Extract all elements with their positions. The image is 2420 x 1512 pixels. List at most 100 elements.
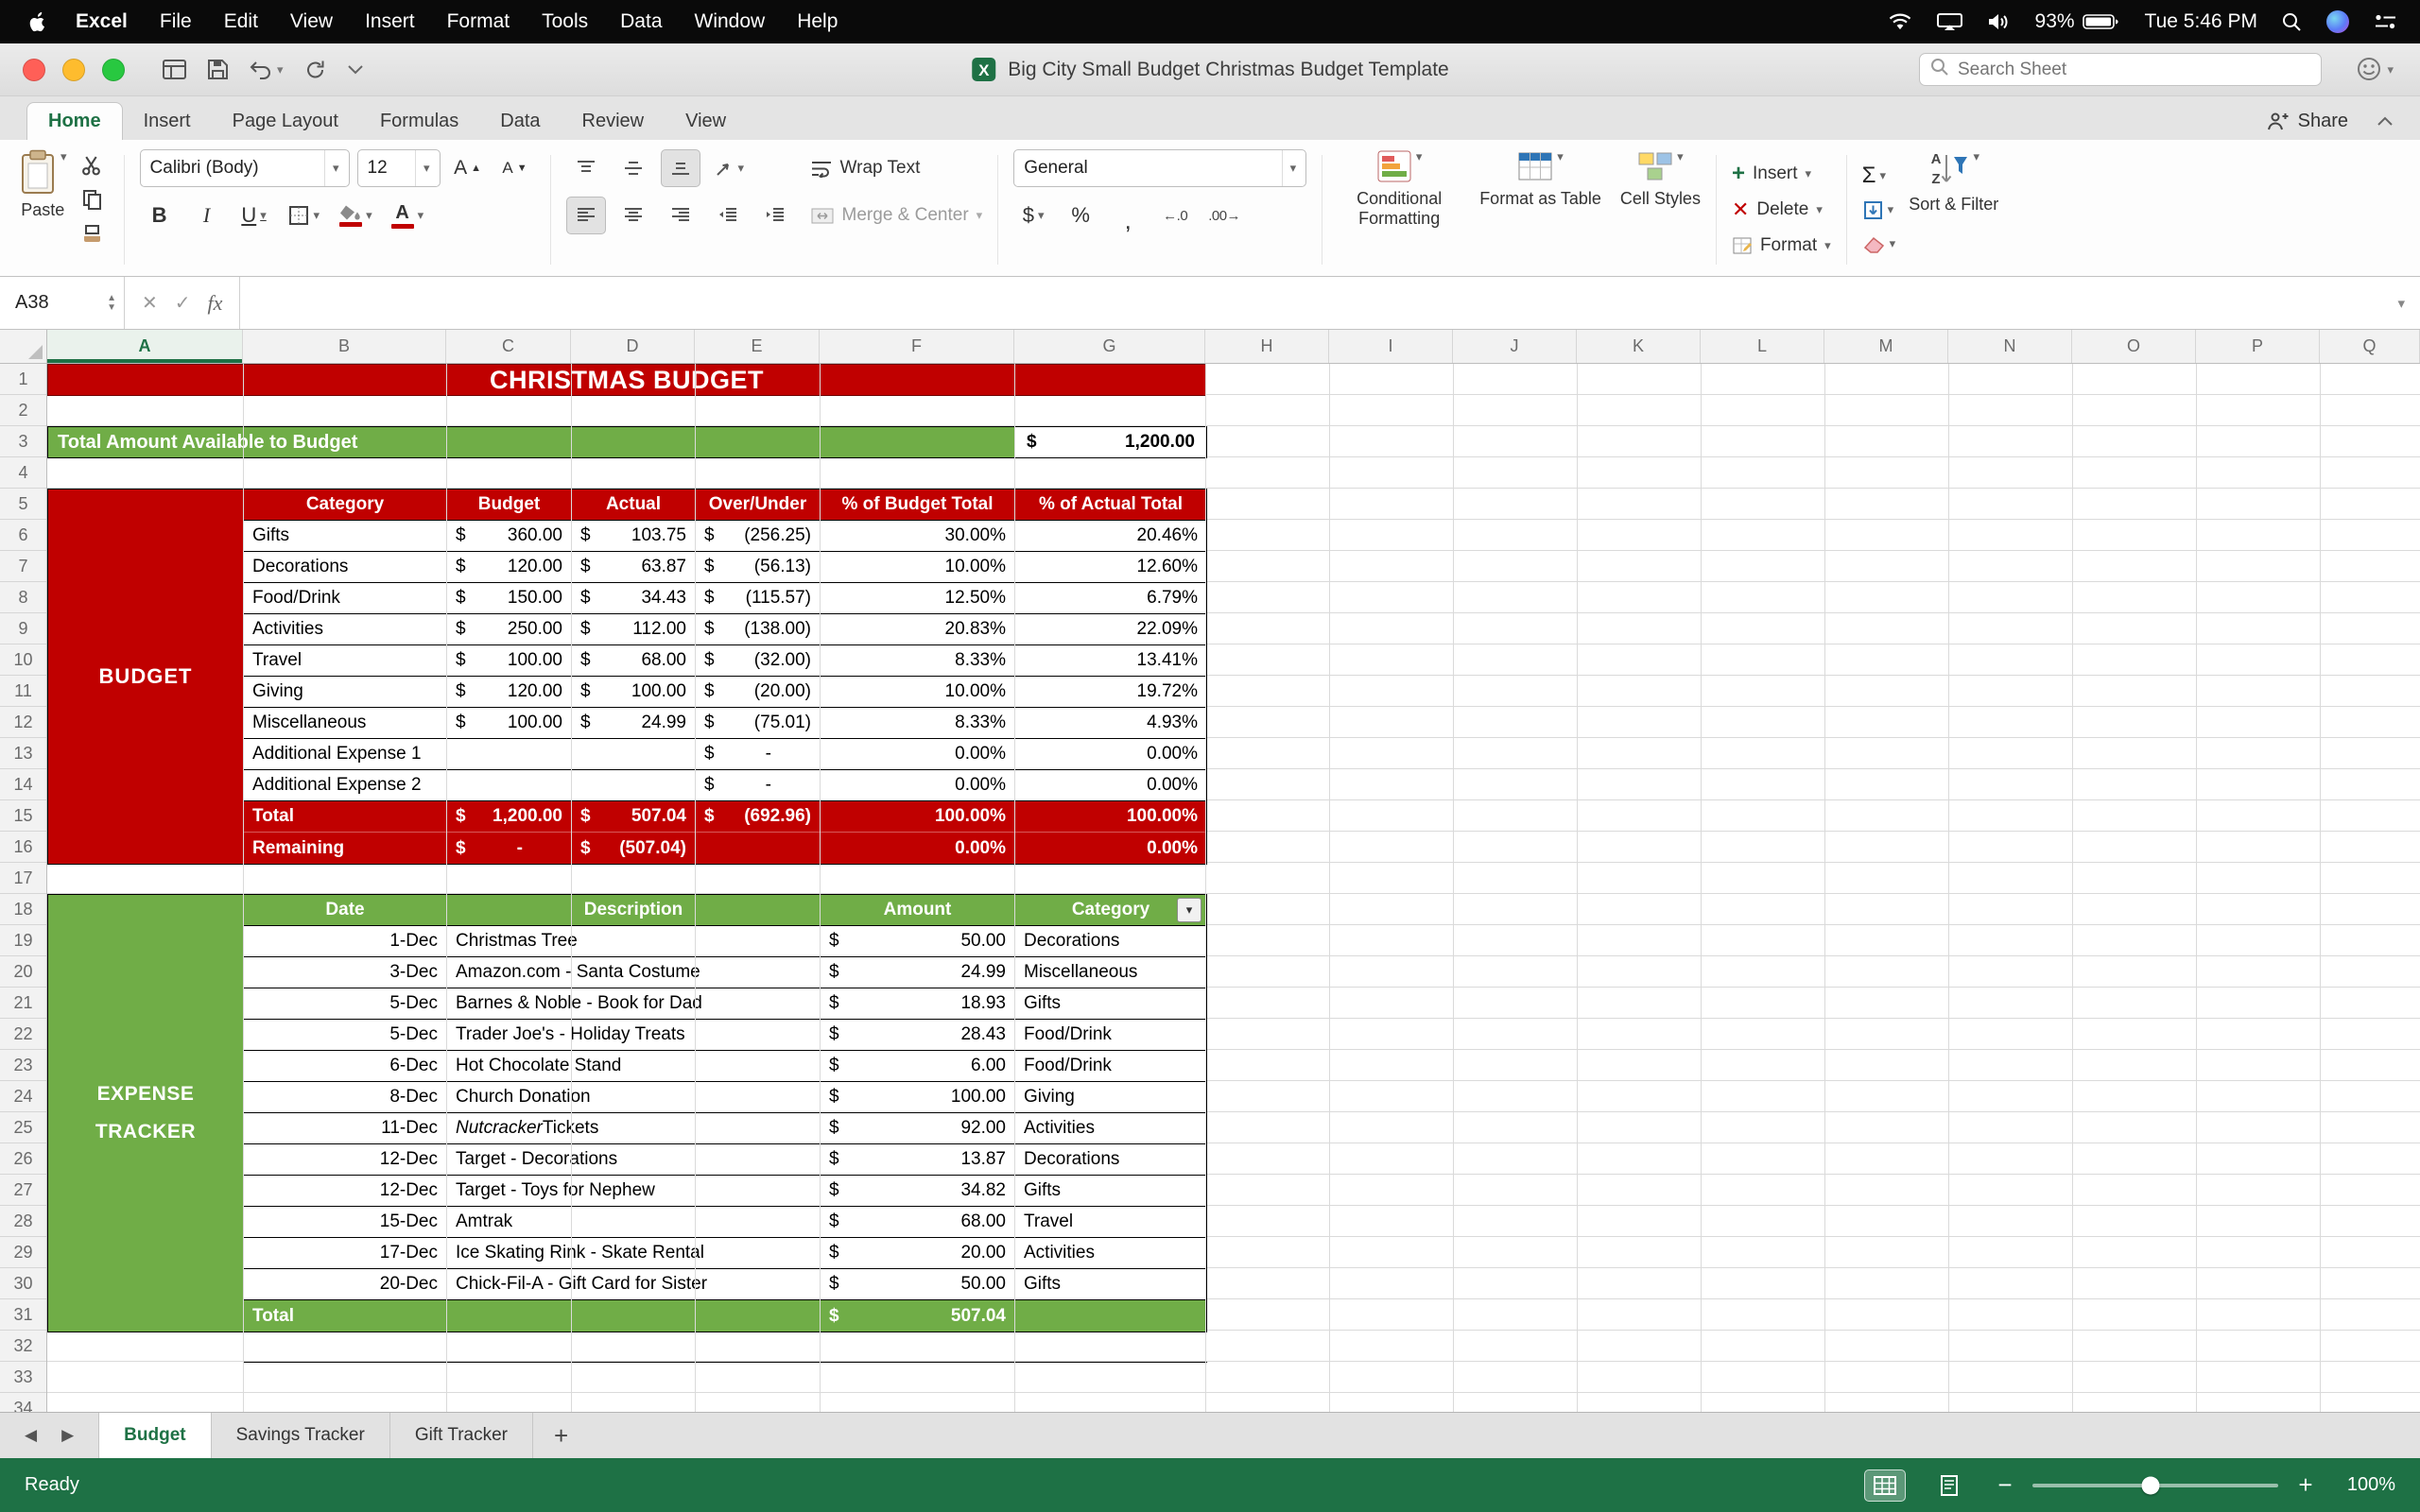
cell-B14[interactable]: Additional Expense 2 xyxy=(244,770,447,801)
cell-E9[interactable]: $ (138.00) xyxy=(696,614,821,645)
column-header-F[interactable]: F xyxy=(820,330,1014,363)
cell-B15[interactable]: Total xyxy=(244,801,447,833)
cell-G26[interactable]: Decorations xyxy=(1015,1144,1206,1176)
cell-F8[interactable]: 12.50% xyxy=(821,583,1015,614)
menu-edit[interactable]: Edit xyxy=(208,10,274,33)
cell-B29[interactable]: 17-Dec xyxy=(244,1238,447,1269)
toolbar-more-icon[interactable] xyxy=(347,64,364,76)
cell-F19[interactable]: $50.00 xyxy=(821,926,1015,957)
zoom-slider[interactable] xyxy=(2032,1476,2278,1494)
sheet-tab-budget[interactable]: Budget xyxy=(98,1413,212,1458)
cell-F11[interactable]: 10.00% xyxy=(821,677,1015,708)
cell-F16[interactable]: 0.00% xyxy=(821,833,1015,864)
cell-F23[interactable]: $6.00 xyxy=(821,1051,1015,1082)
normal-view-button[interactable] xyxy=(1864,1469,1906,1502)
row-header-6[interactable]: 6 xyxy=(0,520,46,551)
row-header-23[interactable]: 23 xyxy=(0,1050,46,1081)
cell-F27[interactable]: $34.82 xyxy=(821,1176,1015,1207)
cell-B5[interactable]: Category xyxy=(244,490,447,521)
decrease-decimal-button[interactable]: .00→ xyxy=(1202,197,1246,234)
sheet-tab-savings-tracker[interactable]: Savings Tracker xyxy=(212,1413,390,1458)
row-header-11[interactable]: 11 xyxy=(0,676,46,707)
ribbon-tab-insert[interactable]: Insert xyxy=(123,103,212,140)
cell-G23[interactable]: Food/Drink xyxy=(1015,1051,1206,1082)
row-header-14[interactable]: 14 xyxy=(0,769,46,800)
increase-font-size-button[interactable]: A ▲ xyxy=(448,149,488,187)
insert-cells-button[interactable]: + Insert ▾ xyxy=(1732,157,1831,191)
column-header-L[interactable]: L xyxy=(1701,330,1824,363)
row-header-10[interactable]: 10 xyxy=(0,644,46,676)
row-header-28[interactable]: 28 xyxy=(0,1206,46,1237)
cell-G27[interactable]: Gifts xyxy=(1015,1176,1206,1207)
cell-G24[interactable]: Giving xyxy=(1015,1082,1206,1113)
column-header-H[interactable]: H xyxy=(1205,330,1329,363)
cell-C7[interactable]: $120.00 xyxy=(447,552,572,583)
cell-G13[interactable]: 0.00% xyxy=(1015,739,1206,770)
cell-C21[interactable]: Barnes & Noble - Book for Dad xyxy=(447,988,821,1020)
cell-G31[interactable] xyxy=(1015,1300,1206,1332)
ribbon-tab-home[interactable]: Home xyxy=(26,102,123,140)
cell-B8[interactable]: Food/Drink xyxy=(244,583,447,614)
ribbon-tab-page-layout[interactable]: Page Layout xyxy=(212,103,359,140)
cell-F24[interactable]: $100.00 xyxy=(821,1082,1015,1113)
decrease-font-size-button[interactable]: A ▼ xyxy=(495,149,535,187)
row-header-25[interactable]: 25 xyxy=(0,1112,46,1143)
ribbon-tab-data[interactable]: Data xyxy=(479,103,561,140)
column-header-M[interactable]: M xyxy=(1824,330,1948,363)
cell-E6[interactable]: $ (256.25) xyxy=(696,521,821,552)
align-top-button[interactable] xyxy=(566,149,606,187)
cell-F28[interactable]: $68.00 xyxy=(821,1207,1015,1238)
cell-B11[interactable]: Giving xyxy=(244,677,447,708)
redo-button[interactable] xyxy=(304,59,326,80)
cell-D10[interactable]: $68.00 xyxy=(572,645,696,677)
row-header-17[interactable]: 17 xyxy=(0,863,46,894)
cell-G10[interactable]: 13.41% xyxy=(1015,645,1206,677)
cell-D5[interactable]: Actual xyxy=(572,490,696,521)
row-header-27[interactable]: 27 xyxy=(0,1175,46,1206)
cell-B12[interactable]: Miscellaneous xyxy=(244,708,447,739)
row-header-33[interactable]: 33 xyxy=(0,1362,46,1393)
minimize-window-button[interactable] xyxy=(62,58,85,81)
menu-view[interactable]: View xyxy=(274,10,349,33)
row-header-30[interactable]: 30 xyxy=(0,1268,46,1299)
spotlight-icon[interactable] xyxy=(2282,12,2302,32)
row-header-22[interactable]: 22 xyxy=(0,1019,46,1050)
cell-G28[interactable]: Travel xyxy=(1015,1207,1206,1238)
cell-F12[interactable]: 8.33% xyxy=(821,708,1015,739)
autosum-button[interactable]: Σ ▾ xyxy=(1862,160,1896,192)
undo-button[interactable]: ▾ xyxy=(250,60,284,79)
cell-C8[interactable]: $150.00 xyxy=(447,583,572,614)
sheet-tab-gift-tracker[interactable]: Gift Tracker xyxy=(390,1413,534,1458)
align-left-button[interactable] xyxy=(565,197,606,234)
volume-icon[interactable] xyxy=(1987,13,2011,31)
cell-C30[interactable]: Chick-Fil-A - Gift Card for Sister xyxy=(447,1269,821,1300)
cell-B16[interactable]: Remaining xyxy=(244,833,447,864)
cell-E11[interactable]: $ (20.00) xyxy=(696,677,821,708)
cell-D6[interactable]: $103.75 xyxy=(572,521,696,552)
cell-B18[interactable]: Date xyxy=(244,895,447,926)
previous-sheet-button[interactable]: ◀ xyxy=(25,1426,37,1445)
cell-C24[interactable]: Church Donation xyxy=(447,1082,821,1113)
delete-cells-button[interactable]: ✕ Delete ▾ xyxy=(1732,193,1831,227)
cell-D15[interactable]: $507.04 xyxy=(572,801,696,833)
cell-C6[interactable]: $360.00 xyxy=(447,521,572,552)
save-icon[interactable] xyxy=(207,59,229,80)
ribbon-panel-icon[interactable] xyxy=(163,60,186,79)
cell-B19[interactable]: 1-Dec xyxy=(244,926,447,957)
cell-G8[interactable]: 6.79% xyxy=(1015,583,1206,614)
search-sheet-input[interactable] xyxy=(1919,53,2322,86)
cell-D11[interactable]: $100.00 xyxy=(572,677,696,708)
cell-G5[interactable]: % of Actual Total xyxy=(1015,490,1206,521)
menu-file[interactable]: File xyxy=(144,10,208,33)
cell-G16[interactable]: 0.00% xyxy=(1015,833,1206,864)
feedback-smiley-button[interactable]: ▾ xyxy=(2357,57,2394,82)
row-header-5[interactable]: 5 xyxy=(0,489,46,520)
budget-section-label[interactable]: BUDGET xyxy=(47,489,244,865)
column-header-C[interactable]: C xyxy=(446,330,571,363)
cell-F21[interactable]: $18.93 xyxy=(821,988,1015,1020)
row-header-15[interactable]: 15 xyxy=(0,800,46,832)
cell-E13[interactable]: $ - xyxy=(696,739,821,770)
siri-icon[interactable] xyxy=(2326,10,2349,33)
font-size-select[interactable]: 12 ▾ xyxy=(356,149,441,187)
row-header-18[interactable]: 18 xyxy=(0,894,46,925)
